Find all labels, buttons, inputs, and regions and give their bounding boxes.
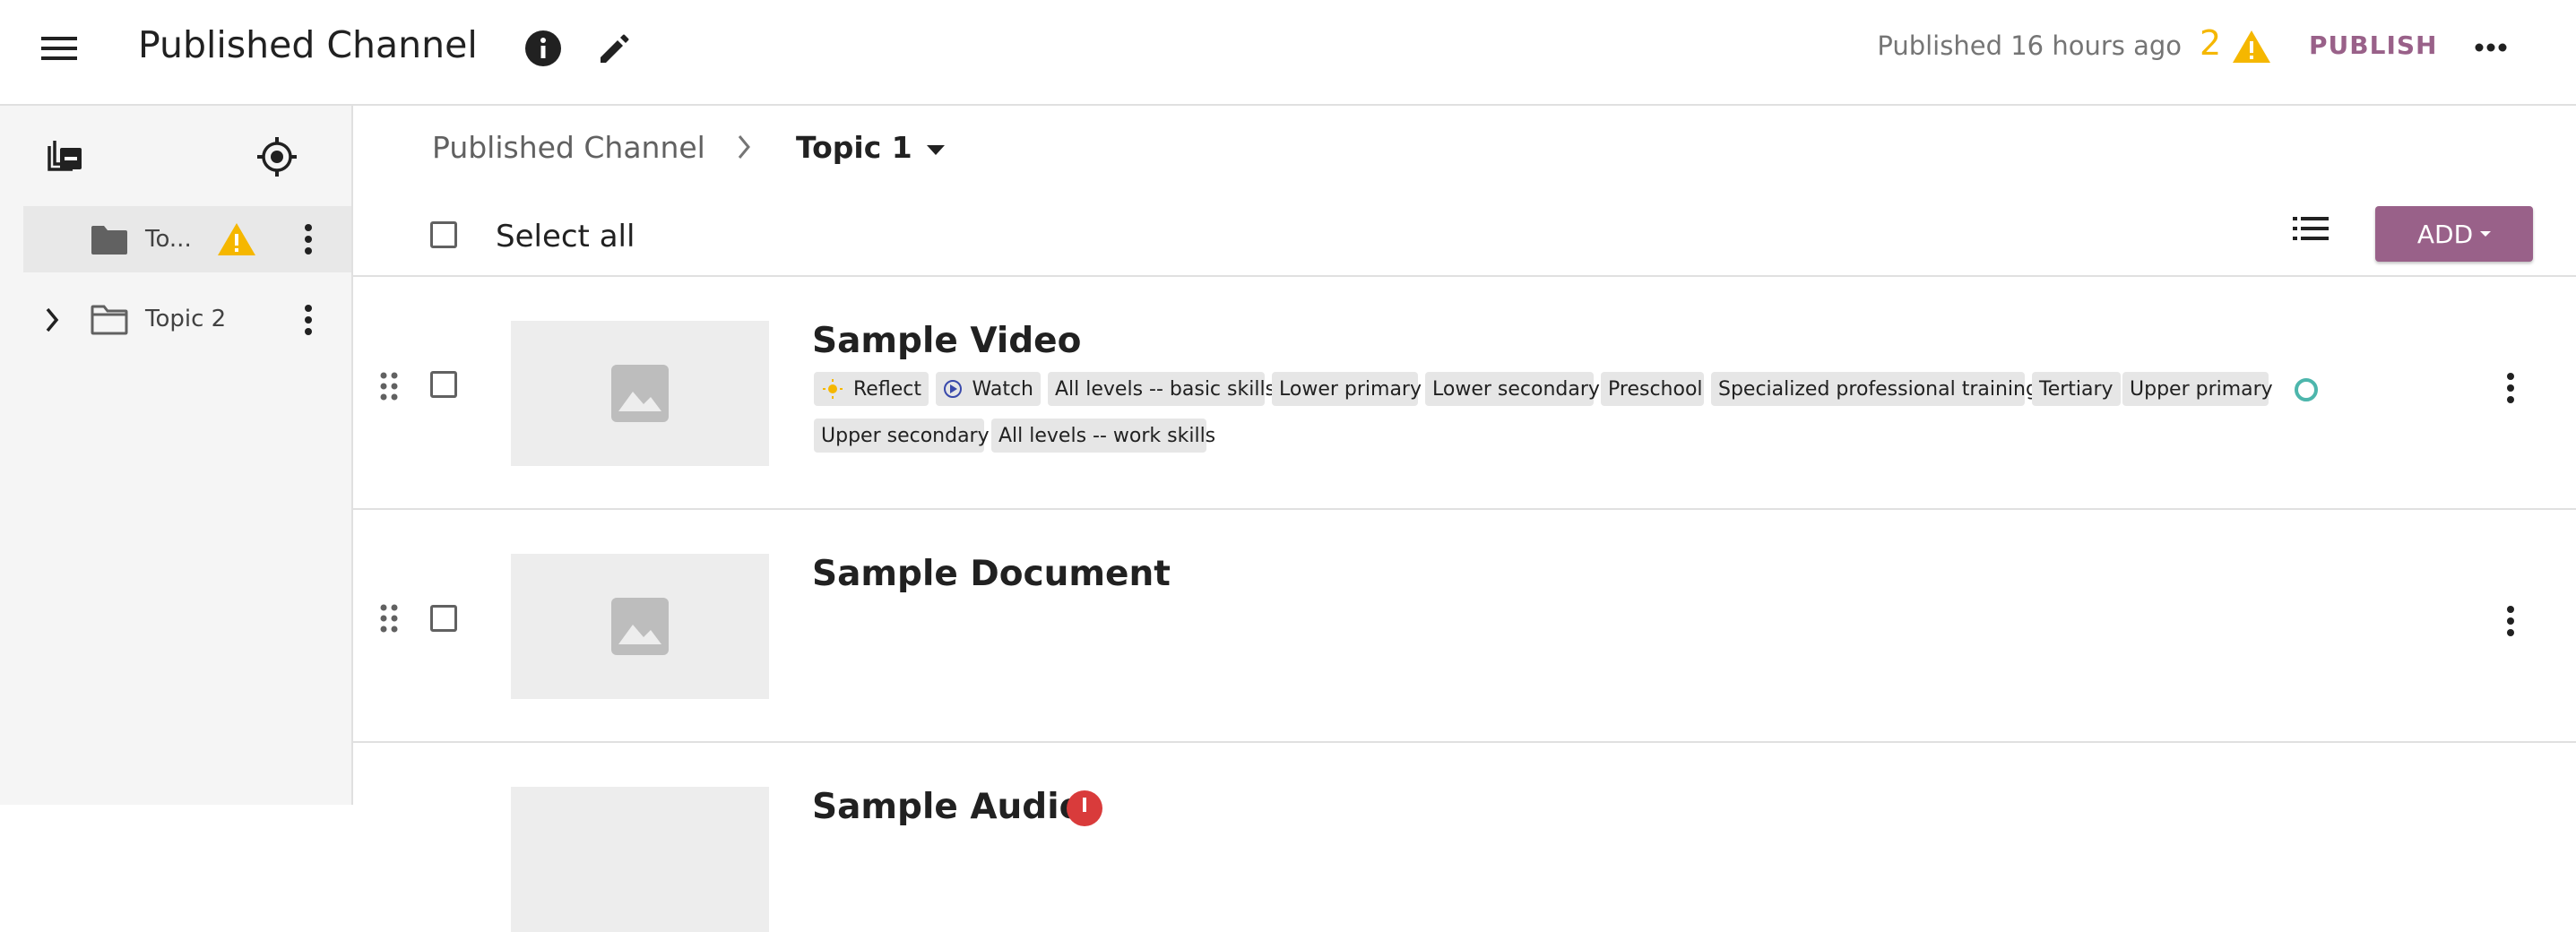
info-icon[interactable] — [522, 27, 565, 70]
status-ring-icon — [2293, 376, 2320, 403]
error-count: 2 — [2200, 23, 2222, 63]
tag-label: Lower secondary — [1432, 377, 1600, 401]
thumbnail — [511, 321, 769, 466]
item-title[interactable]: Sample Audio — [812, 787, 1083, 827]
item-options-icon[interactable] — [2501, 604, 2520, 638]
item-title[interactable]: Sample Document — [812, 554, 1171, 594]
app-bar: Published Channel Published 16 hours ago… — [0, 0, 2576, 106]
tag-label: Watch — [972, 377, 1034, 401]
collapse-all-icon[interactable] — [45, 136, 86, 177]
tag-level: Preschool — [1601, 372, 1704, 406]
thumbnail — [511, 787, 769, 932]
channel-title: Published Channel — [138, 23, 478, 66]
menu-icon[interactable] — [36, 25, 82, 72]
tag-level: Lower primary — [1272, 372, 1422, 406]
tag-level: All levels -- work skills — [991, 419, 1215, 453]
tag-label: Reflect — [853, 377, 921, 401]
item-options-icon[interactable] — [299, 222, 317, 256]
error-icon — [1067, 790, 1102, 826]
item-checkbox[interactable] — [430, 371, 457, 398]
tag-label: All levels -- work skills — [998, 424, 1216, 447]
tag-level: Upper secondary — [814, 419, 990, 453]
sidebar: To... Topic 2 — [0, 106, 353, 805]
tag-label: Lower primary — [1279, 377, 1422, 401]
add-button[interactable]: ADD — [2375, 206, 2533, 262]
select-all-label: Select all — [496, 219, 635, 255]
item-options-icon[interactable] — [299, 303, 317, 337]
sidebar-item-topic-2[interactable]: Topic 2 — [23, 288, 351, 354]
thumbnail — [511, 554, 769, 699]
tag-reflect: Reflect — [814, 372, 929, 406]
folder-icon — [90, 224, 129, 256]
image-placeholder-icon — [611, 598, 669, 655]
tag-label: Upper primary — [2130, 377, 2273, 401]
chevron-right-icon — [737, 134, 751, 160]
item-title[interactable]: Sample Video — [812, 321, 1081, 361]
item-checkbox[interactable] — [430, 605, 457, 632]
tag-label: All levels -- basic skills — [1055, 377, 1276, 401]
more-options-icon[interactable] — [2470, 27, 2511, 68]
tag-level: Specialized professional training — [1711, 372, 2038, 406]
folder-outline-icon — [90, 304, 129, 336]
list-view-icon[interactable] — [2293, 215, 2329, 242]
breadcrumb-current[interactable]: Topic 1 — [796, 130, 912, 165]
sidebar-item-label: To... — [145, 226, 192, 253]
add-button-label: ADD — [2416, 219, 2474, 249]
tag-label: Upper secondary — [821, 424, 990, 447]
drag-handle-icon[interactable] — [378, 603, 400, 634]
tag-label: Tertiary — [2039, 377, 2114, 401]
tag-label: Specialized professional training — [1718, 377, 2038, 401]
breadcrumb-root[interactable]: Published Channel — [432, 130, 705, 165]
locate-icon[interactable] — [256, 136, 298, 177]
image-placeholder-icon — [611, 365, 669, 422]
select-all-checkbox[interactable] — [430, 221, 457, 248]
item-options-icon[interactable] — [2501, 371, 2520, 405]
published-status: Published 16 hours ago — [1877, 30, 2182, 61]
caret-down-icon — [2480, 231, 2492, 237]
sidebar-item-label: Topic 2 — [145, 306, 227, 332]
warning-icon[interactable] — [2232, 29, 2271, 65]
tag-watch: Watch — [936, 372, 1041, 406]
publish-button[interactable]: PUBLISH — [2309, 30, 2437, 60]
warning-icon — [217, 222, 256, 256]
tag-level: Lower secondary — [1425, 372, 1600, 406]
caret-down-icon[interactable] — [927, 145, 945, 156]
drag-handle-icon[interactable] — [378, 371, 400, 401]
play-circle-icon — [943, 377, 964, 401]
sun-icon — [821, 377, 844, 401]
tag-level: Upper primary — [2122, 372, 2273, 406]
tag-label: Preschool — [1608, 377, 1703, 401]
edit-icon[interactable] — [593, 27, 636, 70]
sidebar-item-topic-1[interactable]: To... — [23, 206, 351, 272]
tag-level: Tertiary — [2032, 372, 2121, 406]
tag-level: All levels -- basic skills — [1048, 372, 1275, 406]
chevron-right-icon[interactable] — [45, 307, 59, 332]
